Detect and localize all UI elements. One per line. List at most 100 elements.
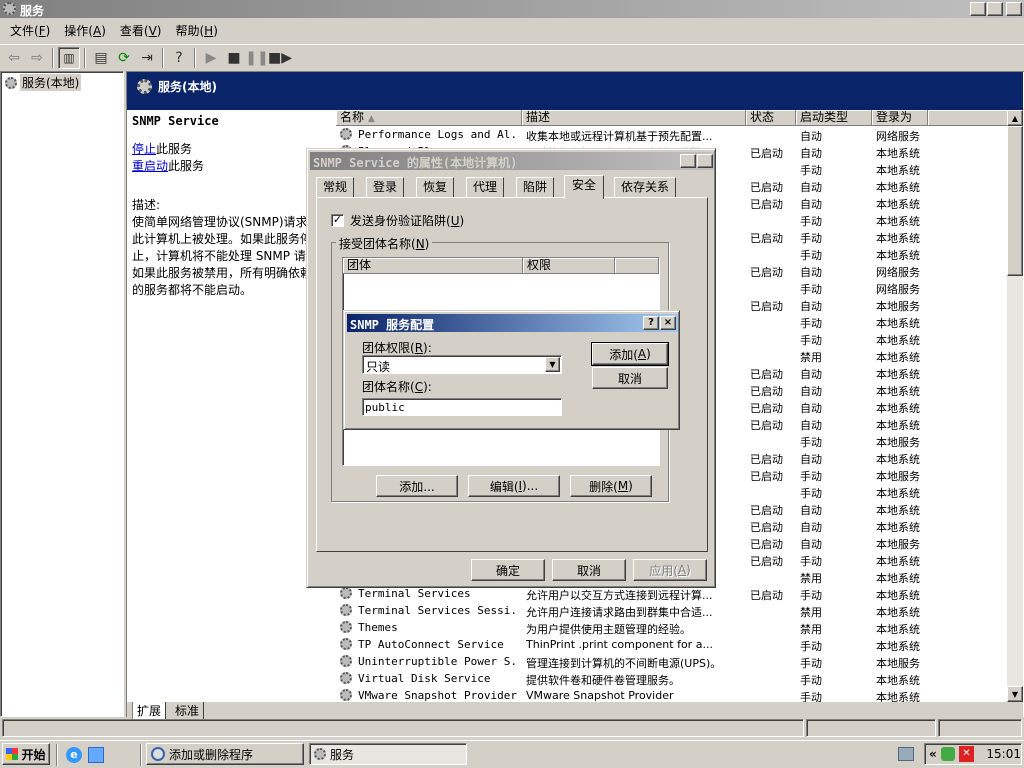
col-name[interactable]: 名称 ▲ — [336, 110, 522, 126]
help-icon[interactable]: ? — [168, 47, 190, 69]
task-add-remove-programs[interactable]: 添加或删除程序 — [146, 743, 304, 765]
table-row[interactable]: Uninterruptible Power S... 管理连接到计算机的不间断电源… — [336, 653, 1006, 670]
col-status[interactable]: 状态 — [746, 110, 796, 126]
pause-service-icon[interactable]: ❚❚ — [245, 47, 268, 69]
cell-logon: 网络服务 — [876, 266, 920, 279]
tray-expand-icon[interactable]: « — [929, 747, 937, 761]
cell-startup: 自动 — [800, 385, 822, 398]
tray-alert-icon[interactable]: ✕ — [958, 746, 975, 762]
table-row[interactable]: Performance Logs and Al... 收集本地或远程计算机基于预先… — [336, 126, 1006, 143]
refresh-icon[interactable]: ⟳ — [113, 47, 135, 69]
tab-general[interactable]: 常规 — [316, 177, 355, 197]
col-logon[interactable]: 登录为 — [872, 110, 928, 126]
send-trap-checkbox-row[interactable]: ✓ 发送身份验证陷阱(U) — [331, 212, 464, 229]
table-row[interactable]: TP AutoConnect Service ThinPrint .print c… — [336, 636, 1006, 653]
detail-panel: SNMP Service 停止此服务 重启动此服务 描述: 使简单网络管理协议(… — [132, 114, 332, 298]
cancel-button[interactable]: 取消 — [592, 367, 668, 389]
chevron-down-icon[interactable]: ▼ — [545, 357, 560, 372]
services-icon — [5, 76, 17, 89]
start-button[interactable]: 开始 — [2, 743, 50, 765]
cancel-button[interactable]: 取消 — [552, 559, 626, 581]
desc-line: 如果此服务被禁用，所有明确依赖 — [132, 266, 313, 280]
cell-status: 已启动 — [750, 266, 783, 279]
send-trap-checkbox[interactable]: ✓ — [331, 214, 344, 227]
cell-logon: 本地系统 — [876, 334, 920, 347]
close-button[interactable]: × — [660, 316, 676, 330]
add-community-button[interactable]: 添加... — [376, 475, 458, 497]
stop-service-icon[interactable]: ■ — [223, 47, 245, 69]
services-icon — [314, 748, 326, 760]
vertical-scrollbar[interactable]: ▲ ▼ — [1007, 110, 1023, 702]
table-row[interactable]: Virtual Disk Service 提供软件卷和硬件卷管理服务。 手动 本地系统 — [336, 670, 1006, 687]
menu-help[interactable]: 帮助(H) — [168, 21, 224, 41]
cell-logon: 本地系统 — [876, 181, 920, 194]
tab-security[interactable]: 安全 — [564, 175, 605, 199]
menu-file[interactable]: 文件(F) — [3, 21, 57, 41]
col-rights[interactable]: 权限 — [523, 258, 615, 274]
table-row[interactable]: Terminal Services Sessi... 允许用户连接请求路由到群集中… — [336, 602, 1006, 619]
rights-select[interactable]: 只读 ▼ — [362, 355, 562, 374]
scroll-down-button[interactable]: ▼ — [1007, 686, 1023, 702]
menu-action[interactable]: 操作(A) — [57, 21, 113, 41]
cell-name: Performance Logs and Al... — [358, 128, 518, 141]
cell-startup: 手动 — [800, 317, 822, 330]
restart-service-icon[interactable]: ■▶ — [268, 47, 292, 69]
col-community[interactable]: 团体 — [343, 258, 523, 274]
table-row[interactable]: VMware Snapshot Provider VMware Snapshot … — [336, 687, 1006, 702]
minimize-button[interactable]: _ — [970, 2, 986, 16]
snmp-config-dialog: SNMP 服务配置 ? × 团体权限(R): 只读 ▼ 团体名称(C): pub… — [343, 310, 680, 430]
ok-button[interactable]: 确定 — [471, 559, 545, 581]
tray-shield-icon[interactable] — [940, 747, 955, 761]
desc-line: 的服务都将不能启动。 — [132, 283, 253, 297]
ie-icon[interactable]: e — [66, 747, 82, 763]
cell-status: 已启动 — [750, 470, 783, 483]
tray-network-icon[interactable] — [898, 747, 914, 761]
community-name-input[interactable]: public — [362, 398, 562, 416]
main-titlebar: 服务 _ ▫ × — [0, 0, 1024, 18]
restart-service-link[interactable]: 重启动 — [132, 159, 168, 173]
export-list-icon[interactable]: ⇥ — [136, 47, 158, 69]
cell-logon: 本地系统 — [876, 351, 920, 364]
edit-community-button[interactable]: 编辑(I)... — [468, 475, 560, 497]
close-button[interactable]: × — [697, 154, 713, 168]
task-services[interactable]: 服务 — [309, 743, 467, 765]
col-desc[interactable]: 描述 — [522, 110, 746, 126]
forward-arrow-icon[interactable]: ⇨ — [26, 47, 48, 69]
tab-dependencies[interactable]: 依存关系 — [614, 177, 677, 197]
cell-logon: 本地系统 — [876, 453, 920, 466]
cell-logon: 本地系统 — [876, 555, 920, 568]
taskbar: 开始 e 添加或删除程序 服务 « ✕ 15:01 — [0, 740, 1024, 768]
close-button[interactable]: × — [1006, 2, 1022, 16]
cell-logon: 本地系统 — [876, 147, 920, 160]
cell-startup: 自动 — [800, 504, 822, 517]
start-service-icon[interactable]: ▶ — [200, 47, 222, 69]
col-startup[interactable]: 启动类型 — [796, 110, 872, 126]
tree-root[interactable]: 服务(本地) — [5, 74, 82, 91]
tab-recovery[interactable]: 恢复 — [416, 177, 455, 197]
remove-community-button[interactable]: 删除(M) — [570, 475, 652, 497]
tab-logon[interactable]: 登录 — [366, 177, 405, 197]
cell-desc: 允许用户以交互方式连接到远程计算... — [526, 589, 713, 602]
help-button[interactable]: ? — [680, 154, 696, 168]
properties-icon[interactable]: ▤ — [90, 47, 112, 69]
desc-line: 止，计算机将不能处理 SNMP 请求 — [132, 249, 318, 263]
scroll-thumb[interactable] — [1007, 126, 1023, 276]
tab-traps[interactable]: 陷阱 — [516, 177, 555, 197]
tab-agent[interactable]: 代理 — [466, 177, 505, 197]
help-button[interactable]: ? — [643, 316, 659, 330]
cell-logon: 本地系统 — [876, 640, 920, 653]
show-tree-icon[interactable]: ▥ — [58, 46, 80, 69]
table-row[interactable]: Themes 为用户提供使用主题管理的经验。 禁用 本地系统 — [336, 619, 1006, 636]
cell-startup: 手动 — [800, 674, 822, 687]
scroll-up-button[interactable]: ▲ — [1007, 110, 1023, 126]
restore-button[interactable]: ▫ — [987, 2, 1003, 16]
service-name: SNMP Service — [132, 114, 219, 128]
back-arrow-icon[interactable]: ⇦ — [3, 47, 25, 69]
add-button[interactable]: 添加(A) — [591, 342, 669, 366]
snmp-titlebar: SNMP 服务配置 ? × — [347, 314, 678, 332]
menu-view[interactable]: 查看(V) — [113, 21, 169, 41]
stop-service-link[interactable]: 停止 — [132, 142, 156, 156]
cell-logon: 本地系统 — [876, 504, 920, 517]
cell-logon: 本地系统 — [876, 623, 920, 636]
explorer-icon[interactable] — [88, 747, 104, 763]
